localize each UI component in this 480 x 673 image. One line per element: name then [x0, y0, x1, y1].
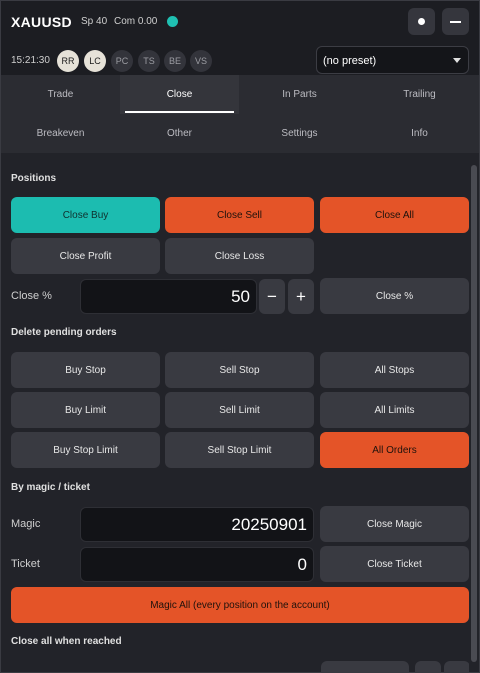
preset-select[interactable]: (no preset)	[316, 46, 469, 74]
close-magic-button[interactable]: Close Magic	[320, 506, 469, 542]
close-when-reached-heading: Close all when reached	[11, 636, 122, 647]
delete-sell-stop-button[interactable]: Sell Stop	[165, 352, 314, 388]
scrollbar[interactable]	[471, 165, 477, 662]
ticket-input[interactable]: 0	[80, 547, 314, 582]
magic-label: Magic	[11, 518, 41, 530]
pending-heading: Delete pending orders	[11, 327, 117, 338]
connection-status-icon	[167, 16, 178, 27]
toolbar: 15:21:30 RR LC PC TS BE VS (no preset)	[1, 43, 479, 75]
close-buy-button[interactable]: Close Buy	[11, 197, 160, 233]
chip-be[interactable]: BE	[164, 50, 186, 72]
title-bar: XAUUSD Sp 40 Com 0.00	[1, 1, 479, 43]
close-percent-button[interactable]: Close %	[320, 278, 469, 314]
cut-off-controls	[321, 661, 469, 673]
close-percent-input[interactable]: 50	[80, 279, 257, 314]
positions-heading: Positions	[11, 173, 57, 184]
delete-sell-stop-limit-button[interactable]: Sell Stop Limit	[165, 432, 314, 468]
tab-in-parts[interactable]: In Parts	[240, 75, 359, 114]
trade-panel-window: XAUUSD Sp 40 Com 0.00 15:21:30 RR LC PC …	[0, 0, 480, 673]
preset-value: (no preset)	[323, 55, 377, 67]
close-loss-button[interactable]: Close Loss	[165, 238, 314, 274]
tab-bar: Trade Close In Parts Trailing Breakeven …	[1, 75, 479, 153]
close-ticket-button[interactable]: Close Ticket	[320, 546, 469, 582]
reached-input[interactable]	[321, 661, 409, 673]
delete-all-limits-button[interactable]: All Limits	[320, 392, 469, 428]
delete-buy-stop-button[interactable]: Buy Stop	[11, 352, 160, 388]
pin-button[interactable]	[408, 8, 435, 35]
chip-pc[interactable]: PC	[111, 50, 133, 72]
close-sell-button[interactable]: Close Sell	[165, 197, 314, 233]
chip-lc[interactable]: LC	[84, 50, 106, 72]
close-percent-label: Close %	[11, 290, 52, 302]
decrement-button[interactable]: −	[259, 279, 285, 314]
delete-sell-limit-button[interactable]: Sell Limit	[165, 392, 314, 428]
close-all-button[interactable]: Close All	[320, 197, 469, 233]
tab-breakeven[interactable]: Breakeven	[1, 114, 120, 153]
reached-increment-button[interactable]	[444, 661, 469, 673]
increment-button[interactable]: +	[288, 279, 314, 314]
magic-heading: By magic / ticket	[11, 482, 90, 493]
server-time: 15:21:30	[11, 55, 50, 66]
ticket-label: Ticket	[11, 558, 40, 570]
spread-label: Sp 40	[81, 16, 108, 27]
tab-trade[interactable]: Trade	[1, 75, 120, 114]
close-profit-button[interactable]: Close Profit	[11, 238, 160, 274]
dot-icon	[418, 18, 425, 25]
minimize-button[interactable]	[442, 8, 469, 35]
delete-all-orders-button[interactable]: All Orders	[320, 432, 469, 468]
magic-input[interactable]: 20250901	[80, 507, 314, 542]
chevron-down-icon	[453, 58, 461, 63]
tab-info[interactable]: Info	[360, 114, 479, 153]
tab-other[interactable]: Other	[120, 114, 239, 153]
delete-buy-stop-limit-button[interactable]: Buy Stop Limit	[11, 432, 160, 468]
tab-settings[interactable]: Settings	[240, 114, 359, 153]
chip-rr[interactable]: RR	[57, 50, 79, 72]
minus-icon	[450, 20, 461, 23]
delete-all-stops-button[interactable]: All Stops	[320, 352, 469, 388]
tab-close[interactable]: Close	[120, 75, 239, 114]
symbol-label: XAUUSD	[11, 14, 72, 30]
delete-buy-limit-button[interactable]: Buy Limit	[11, 392, 160, 428]
commission-label: Com 0.00	[114, 16, 158, 27]
reached-decrement-button[interactable]	[415, 661, 441, 673]
magic-all-button[interactable]: Magic All (every position on the account…	[11, 587, 469, 623]
chip-vs[interactable]: VS	[190, 50, 212, 72]
tab-trailing[interactable]: Trailing	[360, 75, 479, 114]
chip-ts[interactable]: TS	[138, 50, 160, 72]
